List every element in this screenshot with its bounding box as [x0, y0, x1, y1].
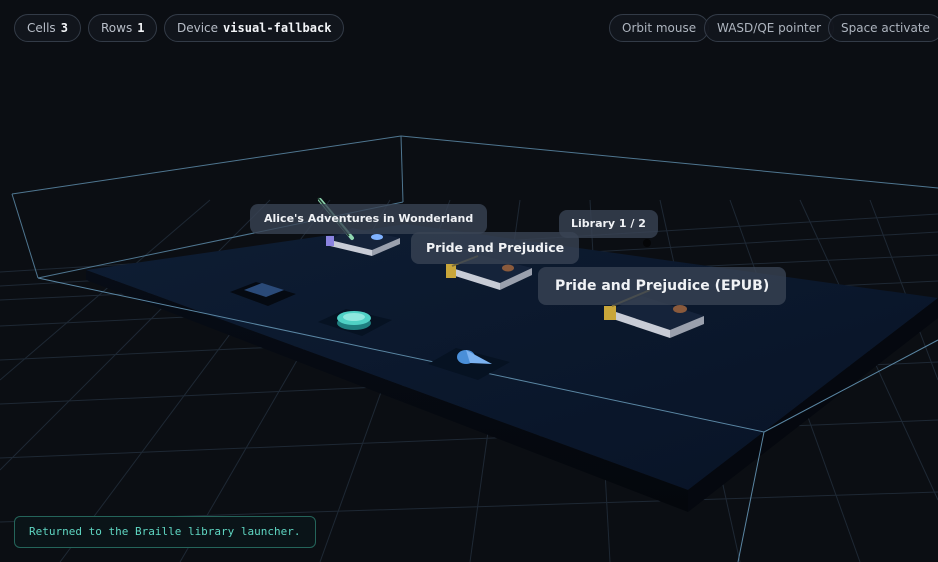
library-page-indicator	[643, 239, 651, 247]
cells-label: Cells	[27, 21, 56, 35]
book-label-pride-epub[interactable]: Pride and Prejudice (EPUB)	[538, 267, 787, 305]
wasd-pointer-hint: WASD/QE pointer	[704, 14, 835, 42]
orbit-mouse-hint: Orbit mouse	[609, 14, 710, 42]
rows-counter: Rows 1	[88, 14, 158, 42]
book-label-pride[interactable]: Pride and Prejudice	[411, 232, 580, 264]
book-label-alice[interactable]: Alice's Adventures in Wonderland	[250, 204, 488, 234]
rows-label: Rows	[101, 21, 133, 35]
space-activate-hint: Space activate	[828, 14, 938, 42]
rows-value: 1	[137, 21, 145, 35]
device-label: Device	[177, 21, 219, 35]
cells-counter: Cells 3	[14, 14, 81, 42]
device-indicator: Device visual-fallback	[164, 14, 345, 42]
status-message: Returned to the Braille library launcher…	[14, 516, 316, 548]
cells-value: 3	[60, 21, 68, 35]
3d-scene-viewport[interactable]	[0, 0, 938, 562]
device-value: visual-fallback	[223, 21, 332, 35]
